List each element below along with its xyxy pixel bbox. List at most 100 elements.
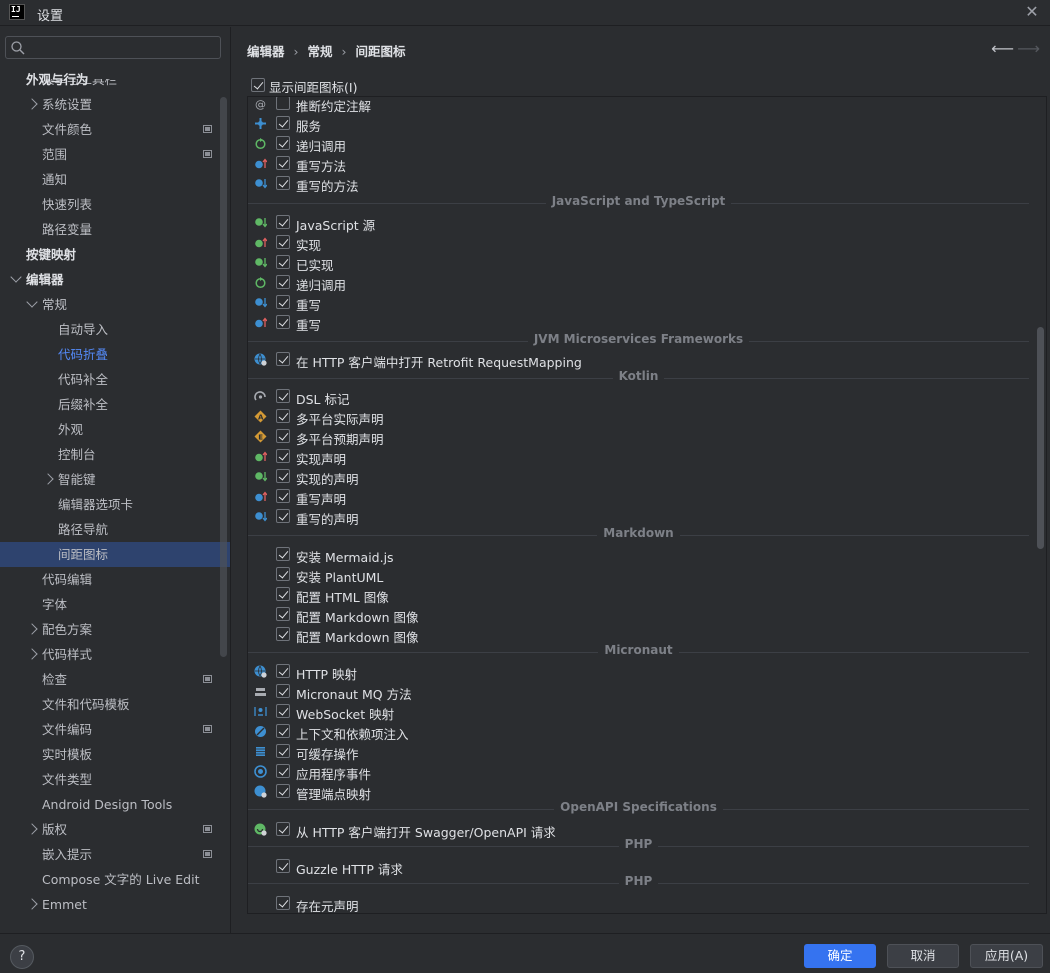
gutter-icon-option[interactable]: 重写的声明 bbox=[248, 507, 1028, 527]
gutter-icon-option[interactable]: 实现的声明 bbox=[248, 467, 1028, 487]
sidebar-item[interactable]: 版权 bbox=[0, 817, 230, 842]
gutter-icon-option[interactable]: 管理端点映射 bbox=[248, 782, 1028, 802]
gutter-icon-option[interactable]: 递归调用 bbox=[248, 273, 1028, 293]
option-checkbox[interactable] bbox=[276, 627, 290, 641]
sidebar-item[interactable]: 快速列表 bbox=[0, 192, 230, 217]
option-checkbox[interactable] bbox=[276, 784, 290, 798]
chevron-down-icon[interactable] bbox=[10, 271, 22, 283]
option-checkbox[interactable] bbox=[276, 896, 290, 910]
sidebar-item[interactable]: 控制台 bbox=[0, 442, 230, 467]
option-checkbox[interactable] bbox=[276, 744, 290, 758]
sidebar-item[interactable]: Emmet bbox=[0, 892, 230, 917]
sidebar-item[interactable]: 间距图标 bbox=[0, 542, 230, 567]
option-checkbox[interactable] bbox=[276, 116, 290, 130]
gutter-icon-option[interactable]: 上下文和依赖项注入 bbox=[248, 722, 1028, 742]
gutter-icon-option[interactable]: 可缓存操作 bbox=[248, 742, 1028, 762]
gutter-icon-option[interactable]: HTTP 映射 bbox=[248, 662, 1028, 682]
gutter-icon-option[interactable]: 安装 PlantUML bbox=[248, 565, 1028, 585]
gutter-icon-option[interactable]: 已实现 bbox=[248, 253, 1028, 273]
option-checkbox[interactable] bbox=[276, 409, 290, 423]
gutter-icon-option[interactable]: 实现声明 bbox=[248, 447, 1028, 467]
option-checkbox[interactable] bbox=[276, 607, 290, 621]
sidebar-item[interactable]: 嵌入提示 bbox=[0, 842, 230, 867]
gutter-icon-option[interactable]: E 多平台预期声明 bbox=[248, 427, 1028, 447]
search-input[interactable] bbox=[30, 39, 215, 56]
gutter-icon-option[interactable]: 服务 bbox=[248, 114, 1028, 134]
help-button[interactable]: ? bbox=[10, 945, 34, 969]
sidebar-item[interactable]: 智能键 bbox=[0, 467, 230, 492]
gutter-icon-option[interactable]: 重写 bbox=[248, 313, 1028, 333]
option-checkbox[interactable] bbox=[276, 235, 290, 249]
option-checkbox[interactable] bbox=[276, 567, 290, 581]
gutter-icon-option[interactable]: A 多平台实际声明 bbox=[248, 407, 1028, 427]
sidebar-item[interactable]: 文件编码 bbox=[0, 717, 230, 742]
option-checkbox[interactable] bbox=[276, 489, 290, 503]
sidebar-item[interactable]: 自动导入 bbox=[0, 317, 230, 342]
sidebar-item[interactable]: 检查 bbox=[0, 667, 230, 692]
option-checkbox[interactable] bbox=[276, 684, 290, 698]
option-checkbox[interactable] bbox=[276, 255, 290, 269]
sidebar-item[interactable]: 外观与行为 bbox=[0, 67, 230, 92]
option-checkbox[interactable] bbox=[276, 136, 290, 150]
chevron-right-icon[interactable] bbox=[26, 823, 38, 835]
option-checkbox[interactable] bbox=[276, 664, 290, 678]
option-checkbox[interactable] bbox=[276, 315, 290, 329]
option-checkbox[interactable] bbox=[276, 97, 290, 110]
option-checkbox[interactable] bbox=[276, 389, 290, 403]
option-checkbox[interactable] bbox=[276, 352, 290, 366]
sidebar-item[interactable]: 配色方案 bbox=[0, 617, 230, 642]
sidebar-item[interactable]: 文件颜色 bbox=[0, 117, 230, 142]
chevron-right-icon[interactable] bbox=[26, 648, 38, 660]
sidebar-item[interactable]: 后缀补全 bbox=[0, 392, 230, 417]
gutter-icon-option[interactable]: DSL 标记 bbox=[248, 387, 1028, 407]
sidebar-item[interactable]: Compose 文字的 Live Edit bbox=[0, 867, 230, 892]
sidebar-item[interactable]: 文件类型 bbox=[0, 767, 230, 792]
gutter-icon-option[interactable]: 配置 HTML 图像 bbox=[248, 585, 1028, 605]
option-checkbox[interactable] bbox=[276, 509, 290, 523]
gutter-icon-option[interactable]: 重写 bbox=[248, 293, 1028, 313]
option-checkbox[interactable] bbox=[276, 859, 290, 873]
gutter-icon-option[interactable]: 配置 Markdown 图像 bbox=[248, 605, 1028, 625]
sidebar-item[interactable]: 字体 bbox=[0, 592, 230, 617]
sidebar-item[interactable]: 编辑器 bbox=[0, 267, 230, 292]
gutter-icon-option[interactable]: 实现 bbox=[248, 233, 1028, 253]
option-checkbox[interactable] bbox=[276, 704, 290, 718]
chevron-right-icon[interactable] bbox=[26, 98, 38, 110]
sidebar-item[interactable]: 外观 bbox=[0, 417, 230, 442]
option-checkbox[interactable] bbox=[276, 275, 290, 289]
sidebar-item[interactable]: 编辑器选项卡 bbox=[0, 492, 230, 517]
gutter-icon-option[interactable]: 应用程序事件 bbox=[248, 762, 1028, 782]
chevron-right-icon[interactable] bbox=[26, 898, 38, 910]
option-checkbox[interactable] bbox=[276, 547, 290, 561]
sidebar-item[interactable]: 文件和代码模板 bbox=[0, 692, 230, 717]
chevron-down-icon[interactable] bbox=[26, 296, 38, 308]
option-checkbox[interactable] bbox=[276, 469, 290, 483]
apply-button[interactable]: 应用(A) bbox=[970, 944, 1043, 968]
forward-arrow-icon[interactable]: ⟶ bbox=[1017, 39, 1040, 58]
option-checkbox[interactable] bbox=[276, 822, 290, 836]
sidebar-item[interactable]: 常规 bbox=[0, 292, 230, 317]
list-scrollbar[interactable] bbox=[1037, 327, 1044, 549]
gutter-icon-option[interactable]: 重写方法 bbox=[248, 154, 1028, 174]
sidebar-item[interactable]: 按键映射 bbox=[0, 242, 230, 267]
gutter-icon-option[interactable]: WebSocket 映射 bbox=[248, 702, 1028, 722]
sidebar-item[interactable]: 通知 bbox=[0, 167, 230, 192]
chevron-right-icon[interactable] bbox=[42, 473, 54, 485]
gutter-icon-option[interactable]: 在 HTTP 客户端中打开 Retrofit RequestMapping bbox=[248, 350, 1028, 370]
option-checkbox[interactable] bbox=[276, 587, 290, 601]
sidebar-item[interactable]: 代码编辑 bbox=[0, 567, 230, 592]
sidebar-item[interactable]: 代码样式 bbox=[0, 642, 230, 667]
show-gutter-icons-checkbox[interactable] bbox=[251, 78, 265, 92]
sidebar-item[interactable]: 路径变量 bbox=[0, 217, 230, 242]
ok-button[interactable]: 确定 bbox=[804, 944, 876, 968]
search-box[interactable] bbox=[5, 36, 221, 59]
option-checkbox[interactable] bbox=[276, 215, 290, 229]
chevron-right-icon[interactable] bbox=[26, 623, 38, 635]
gutter-icon-option[interactable]: JavaScript 源 bbox=[248, 213, 1028, 233]
close-icon[interactable]: ✕ bbox=[1022, 2, 1042, 22]
back-arrow-icon[interactable]: ⟵ bbox=[991, 39, 1014, 58]
sidebar-item[interactable]: 实时模板 bbox=[0, 742, 230, 767]
option-checkbox[interactable] bbox=[276, 295, 290, 309]
sidebar-item[interactable]: 代码补全 bbox=[0, 367, 230, 392]
option-checkbox[interactable] bbox=[276, 724, 290, 738]
